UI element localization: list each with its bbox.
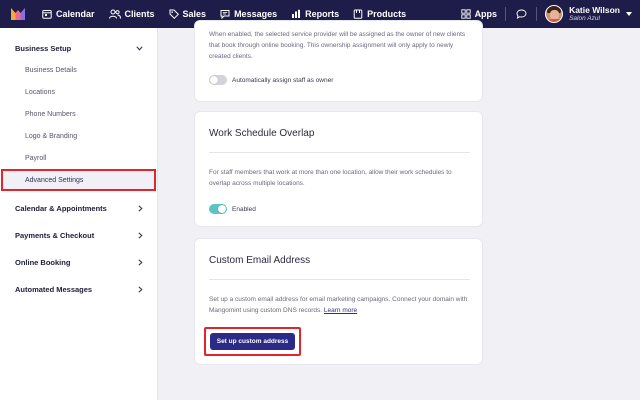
sidebar-item-logo-branding[interactable]: Logo & Branding: [25, 133, 77, 140]
apps-label: Apps: [474, 9, 498, 19]
sidebar-section-label: Automated Messages: [15, 285, 93, 294]
sidebar-item-label: Locations: [25, 89, 55, 96]
sidebar-section-label: Payments & Checkout: [15, 231, 95, 240]
tag-icon: [169, 9, 179, 19]
box-icon: [353, 9, 363, 19]
sidebar-section-label: Business Setup: [15, 44, 72, 53]
custom-email-address-title: Custom Email Address: [209, 255, 311, 266]
setup-button-highlight: Set up custom address: [204, 327, 301, 356]
nav-calendar[interactable]: Calendar: [35, 0, 102, 28]
work-schedule-overlap-toggle-label: Enabled: [232, 206, 256, 213]
mangomint-logo-icon[interactable]: [11, 8, 25, 20]
user-name: Katie Wilson: [569, 4, 620, 15]
card-divider: [209, 279, 470, 280]
auto-assign-owner-label: Automatically assign staff as owner: [232, 77, 334, 84]
chat-button[interactable]: [506, 0, 536, 28]
sidebar-item-locations[interactable]: Locations: [25, 89, 55, 96]
sidebar-section-label: Calendar & Appointments: [15, 204, 107, 213]
set-up-custom-address-button[interactable]: Set up custom address: [210, 333, 295, 350]
grid-icon: [460, 9, 471, 19]
auto-assign-owner-toggle[interactable]: [209, 75, 227, 85]
sidebar-item-label: Business Details: [25, 67, 77, 74]
staff-owner-card: When enabled, the selected service provi…: [194, 20, 483, 102]
nav-clients[interactable]: Clients: [102, 0, 162, 28]
avatar: [545, 5, 564, 23]
sidebar-section-automated-messages[interactable]: Automated Messages: [15, 285, 92, 294]
chat-bubble-icon: [220, 10, 230, 19]
sidebar-item-label: Logo & Branding: [25, 133, 78, 140]
user-menu[interactable]: Katie Wilson Salon Azul: [537, 0, 640, 28]
custom-email-address-description: Set up a custom email address for email …: [209, 294, 471, 316]
caret-down-icon: [626, 12, 632, 16]
sidebar-item-payroll[interactable]: Payroll: [25, 155, 46, 162]
sidebar-item-advanced-settings[interactable]: Advanced Settings: [1, 169, 156, 191]
nav-reports-label: Reports: [305, 9, 340, 19]
chevron-down-icon[interactable]: [136, 46, 143, 51]
work-schedule-overlap-title: Work Schedule Overlap: [209, 128, 315, 139]
sidebar-section-business-setup[interactable]: Business Setup: [15, 44, 71, 53]
sidebar-section-label: Online Booking: [15, 258, 71, 267]
speech-bubble-icon: [516, 9, 527, 19]
sidebar-item-label: Advanced Settings: [25, 177, 84, 184]
sidebar-item-phone-numbers[interactable]: Phone Numbers: [25, 111, 76, 118]
nav-clients-label: Clients: [124, 9, 155, 19]
nav-sales-label: Sales: [182, 9, 207, 19]
sidebar-item-label: Phone Numbers: [25, 111, 76, 118]
bar-chart-icon: [292, 9, 301, 18]
chevron-right-icon[interactable]: [138, 232, 143, 239]
custom-email-address-card: Custom Email Address Set up a custom ema…: [194, 238, 483, 365]
nav-messages-label: Messages: [234, 9, 278, 19]
work-schedule-overlap-toggle[interactable]: [209, 204, 227, 214]
chevron-right-icon[interactable]: [138, 205, 143, 212]
nav-products-label: Products: [367, 9, 407, 19]
calendar-icon: [42, 10, 52, 19]
settings-sidebar: Business Setup Business Details Location…: [0, 28, 158, 400]
staff-owner-description: When enabled, the selected service provi…: [209, 31, 466, 60]
learn-more-link[interactable]: Learn more: [324, 307, 357, 314]
chevron-right-icon[interactable]: [138, 286, 143, 293]
card-divider: [209, 152, 470, 153]
sidebar-item-label: Payroll: [25, 155, 47, 162]
work-schedule-overlap-description: For staff members that work at more than…: [209, 169, 452, 187]
sidebar-section-online-booking[interactable]: Online Booking: [15, 258, 70, 267]
users-icon: [108, 9, 121, 19]
user-org: Salon Azul: [569, 15, 600, 22]
work-schedule-overlap-card: Work Schedule Overlap For staff members …: [194, 111, 483, 227]
chevron-right-icon[interactable]: [138, 259, 143, 266]
sidebar-section-calendar-appointments[interactable]: Calendar & Appointments: [15, 204, 107, 213]
nav-calendar-label: Calendar: [56, 9, 95, 19]
sidebar-item-business-details[interactable]: Business Details: [25, 67, 77, 74]
sidebar-section-payments-checkout[interactable]: Payments & Checkout: [15, 231, 94, 240]
